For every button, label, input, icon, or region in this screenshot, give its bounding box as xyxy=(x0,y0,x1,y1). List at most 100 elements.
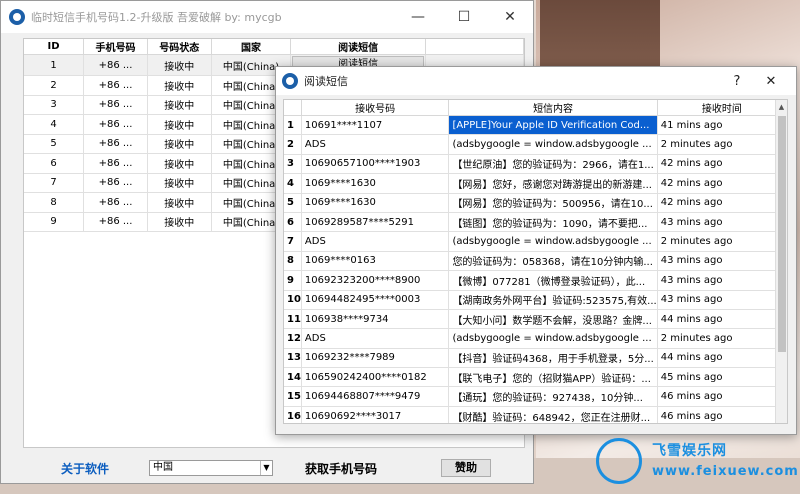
sms-row[interactable]: 13 1069232****7989 【抖音】验证码4368，用于手机登录，5分..… xyxy=(284,348,787,369)
column-header-time[interactable]: 接收时间 xyxy=(657,100,787,116)
sms-row[interactable]: 7 ADS (adsbygoogle = window.adsbygoogle ..… xyxy=(284,231,787,252)
cell-id: 8 xyxy=(24,192,85,213)
row-number: 2 xyxy=(284,134,302,155)
sms-row[interactable]: 8 1069****0163 您的验证码为：058368，请在10分钟内输... 43… xyxy=(284,251,787,272)
sms-sender: 106938****9734 xyxy=(301,309,450,330)
column-header-id[interactable]: ID xyxy=(24,39,85,55)
sms-sender: 1069****1630 xyxy=(301,173,450,194)
cell-phone: +86 ... xyxy=(83,54,148,76)
cell-status: 接收中 xyxy=(147,134,212,154)
column-header-phone[interactable]: 手机号码 xyxy=(83,39,148,55)
about-software-link[interactable]: 关于软件 xyxy=(61,460,109,477)
row-number: 5 xyxy=(284,193,302,213)
get-phone-number-button[interactable]: 获取手机号码 xyxy=(305,460,377,477)
sms-content: 【通玩】您的验证码：927438，10分钟... xyxy=(448,386,658,407)
sms-time: 43 mins ago xyxy=(657,251,787,272)
sms-time: 41 mins ago xyxy=(657,115,787,136)
cell-id: 5 xyxy=(24,134,85,154)
sms-row[interactable]: 12 ADS (adsbygoogle = window.adsbygoogle .… xyxy=(284,328,787,349)
sms-row[interactable]: 6 1069289587****5291 【链图】您的验证码为：1090，请不要把.… xyxy=(284,212,787,233)
cell-phone: +86 ... xyxy=(83,75,148,96)
row-number: 10 xyxy=(284,290,302,310)
sms-row[interactable]: 10 10694482495****0003 【湖南政务外网平台】验证码:52357… xyxy=(284,290,787,310)
sms-sender: 10690657100****1903 xyxy=(301,154,450,175)
sms-sender: 1069289587****5291 xyxy=(301,212,450,233)
sms-row[interactable]: 14 106590242400****0182 【联飞电子】您的（招财猫APP）验证… xyxy=(284,367,787,388)
dialog-titlebar: 阅读短信 ? ✕ xyxy=(276,67,796,95)
watermark-url: www.feixuew.com xyxy=(652,464,799,479)
sms-row[interactable]: 15 10694468807****9479 【通玩】您的验证码：927438，10… xyxy=(284,386,787,407)
row-number: 4 xyxy=(284,173,302,194)
sms-row[interactable]: 4 1069****1630 【网易】您好，感谢您对踌游提出的新游建... 42 mi… xyxy=(284,173,787,194)
column-header-status[interactable]: 号码状态 xyxy=(147,39,212,55)
sms-grid[interactable]: 接收号码 短信内容 接收时间 1 10691****1107 [APPLE]Your… xyxy=(283,99,788,424)
sms-content: 【网易】您好，感谢您对踌游提出的新游建... xyxy=(448,173,658,194)
column-header-blank xyxy=(425,39,524,55)
sms-sender: 10691****1107 xyxy=(301,115,450,136)
sms-sender: 1069232****7989 xyxy=(301,348,450,369)
cell-status: 接收中 xyxy=(147,54,212,76)
cell-status: 接收中 xyxy=(147,95,212,115)
scrollbar-thumb[interactable] xyxy=(778,116,786,352)
cell-status: 接收中 xyxy=(147,192,212,213)
cell-status: 接收中 xyxy=(147,153,212,174)
sms-time: 46 mins ago xyxy=(657,386,787,407)
sms-row[interactable]: 5 1069****1630 【网易】您的验证码为：500956，请在10... 42… xyxy=(284,193,787,213)
row-number: 6 xyxy=(284,212,302,233)
sms-row[interactable]: 11 106938****9734 【大知小问】数学题不会解，没思路？金牌... 44… xyxy=(284,309,787,330)
minimize-button[interactable]: — xyxy=(395,1,441,33)
row-number: 15 xyxy=(284,386,302,407)
sms-sender: ADS xyxy=(301,328,450,349)
row-number: 16 xyxy=(284,406,302,423)
column-header-sender[interactable]: 接收号码 xyxy=(301,100,450,116)
sms-time: 42 mins ago xyxy=(657,193,787,213)
chevron-down-icon[interactable]: ▼ xyxy=(260,461,272,475)
cell-status: 接收中 xyxy=(147,114,212,135)
close-button[interactable]: ✕ xyxy=(487,1,533,33)
cell-id: 9 xyxy=(24,212,85,232)
row-number: 11 xyxy=(284,309,302,330)
cell-id: 7 xyxy=(24,173,85,193)
cell-id: 1 xyxy=(24,54,85,76)
sms-table: 接收号码 短信内容 接收时间 1 10691****1107 [APPLE]Your… xyxy=(284,100,787,423)
row-number: 13 xyxy=(284,348,302,369)
sms-content: 【联飞电子】您的（招财猫APP）验证码：... xyxy=(448,367,658,388)
sms-row[interactable]: 3 10690657100****1903 【世纪原油】您的验证码为：2966，请在… xyxy=(284,154,787,175)
cell-id: 2 xyxy=(24,75,85,96)
sms-content: 【链图】您的验证码为：1090，请不要把... xyxy=(448,212,658,233)
row-number: 3 xyxy=(284,154,302,175)
dialog-title: 阅读短信 xyxy=(304,75,348,88)
sms-time: 43 mins ago xyxy=(657,290,787,310)
column-header-country[interactable]: 国家 xyxy=(211,39,292,55)
dialog-close-button[interactable]: ✕ xyxy=(754,67,788,95)
column-header-content[interactable]: 短信内容 xyxy=(448,100,658,116)
row-number: 7 xyxy=(284,231,302,252)
sms-time: 44 mins ago xyxy=(657,348,787,369)
scroll-up-icon[interactable]: ▲ xyxy=(776,100,787,114)
country-select[interactable]: 中国 ▼ xyxy=(149,460,273,476)
sms-sender: ADS xyxy=(301,134,450,155)
cell-status: 接收中 xyxy=(147,212,212,232)
maximize-button[interactable]: ☐ xyxy=(441,1,487,33)
sms-vertical-scrollbar[interactable]: ▲ xyxy=(775,100,787,423)
cell-phone: +86 ... xyxy=(83,134,148,154)
sms-content: 【湖南政务外网平台】验证码:523575,有效... xyxy=(448,290,658,310)
cell-status: 接收中 xyxy=(147,75,212,96)
sms-row[interactable]: 1 10691****1107 [APPLE]Your Apple ID Verif… xyxy=(284,115,787,136)
cell-status: 接收中 xyxy=(147,173,212,193)
sms-sender: 10694468807****9479 xyxy=(301,386,450,407)
donate-button[interactable]: 赞助 xyxy=(441,459,491,477)
sms-table-header: 接收号码 短信内容 接收时间 xyxy=(284,100,787,116)
help-button[interactable]: ? xyxy=(720,67,754,95)
sms-row[interactable]: 2 ADS (adsbygoogle = window.adsbygoogle ..… xyxy=(284,134,787,155)
sms-content: 您的验证码为：058368，请在10分钟内输... xyxy=(448,251,658,272)
sms-time: 46 mins ago xyxy=(657,406,787,423)
column-header-read-sms[interactable]: 阅读短信 xyxy=(290,39,426,55)
read-sms-dialog: 阅读短信 ? ✕ 接收号码 短信内容 接收时间 1 10691****1107 [A… xyxy=(275,66,797,435)
sms-time: 42 mins ago xyxy=(657,154,787,175)
cell-phone: +86 ... xyxy=(83,153,148,174)
sms-row[interactable]: 9 10692323200****8900 【微博】077281（微博登录验证码），… xyxy=(284,270,787,291)
watermark-title: 飞雪娱乐网 xyxy=(652,443,727,459)
phone-table-header: ID 手机号码 号码状态 国家 阅读短信 xyxy=(24,39,524,55)
sms-row[interactable]: 16 10690692****3017 【财酷】验证码：648942，您正在注册财.… xyxy=(284,406,787,423)
